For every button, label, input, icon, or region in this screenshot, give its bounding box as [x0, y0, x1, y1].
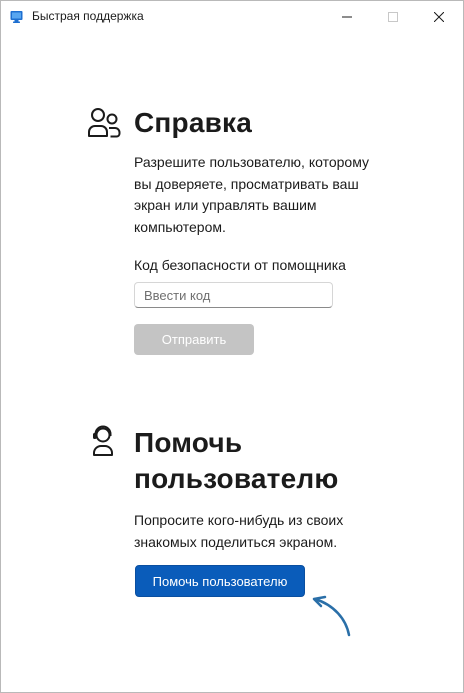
annotation-arrow-icon [312, 595, 351, 637]
title-bar[interactable]: Быстрая поддержка [1, 1, 463, 33]
get-help-description: Разрешите пользователю, которому вы дове… [134, 154, 369, 235]
headset-person-icon [93, 425, 113, 456]
help-user-button[interactable]: Помочь пользователю [135, 565, 305, 597]
quick-assist-window: Быстрая поддержка Справка Разрешите поль… [0, 0, 464, 693]
window-title: Быстрая поддержка [32, 9, 144, 23]
quick-assist-app-icon [10, 11, 23, 23]
security-code-input[interactable] [134, 282, 333, 308]
security-code-label: Код безопасности от помощника [134, 257, 346, 273]
get-help-heading: Справка [134, 107, 253, 138]
people-icon [88, 108, 121, 138]
submit-button[interactable]: Отправить [134, 324, 254, 355]
close-button[interactable] [416, 1, 462, 33]
minimize-icon [342, 16, 352, 18]
close-icon [434, 12, 444, 22]
give-help-heading: Помочь пользователю [134, 427, 339, 494]
maximize-icon [388, 12, 398, 22]
maximize-button[interactable] [370, 1, 416, 33]
minimize-button[interactable] [324, 1, 370, 33]
give-help-description: Попросите кого-нибудь из своих знакомых … [134, 512, 344, 550]
